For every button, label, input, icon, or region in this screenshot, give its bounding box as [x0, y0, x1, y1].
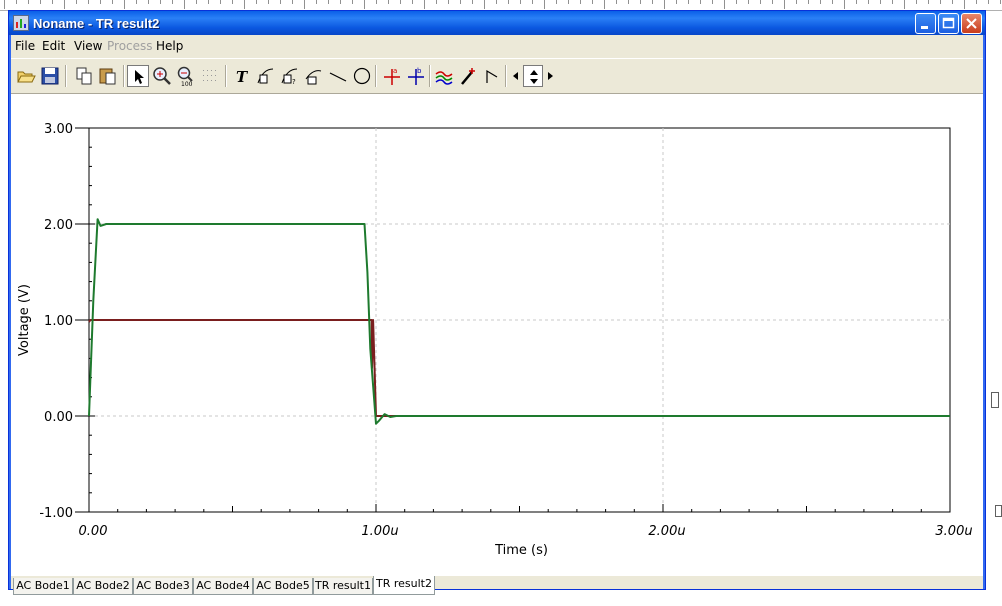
scroll-updown-button[interactable] — [523, 65, 543, 87]
maximize-icon — [942, 17, 955, 29]
cursor-a-button[interactable]: a — [381, 65, 403, 87]
analysis-window: Noname - TR result2 File Edit View Proce… — [8, 10, 986, 595]
scroll-left-icon — [513, 72, 518, 80]
y-tick-label: 0.00 — [44, 410, 73, 425]
tab-tr-result2[interactable]: TR result2 — [373, 576, 435, 595]
scroll-right-icon — [548, 72, 553, 80]
paste-icon — [99, 68, 116, 85]
save-button[interactable] — [39, 65, 61, 87]
title-bar[interactable]: Noname - TR result2 — [9, 11, 985, 35]
tab-tr-result1[interactable]: TR result1 — [313, 578, 373, 595]
tab-ac-bode4[interactable]: AC Bode4 — [193, 578, 253, 595]
curves-icon — [435, 71, 453, 85]
zoom-100-button[interactable]: 100 — [175, 65, 197, 87]
pen-icon — [461, 68, 475, 85]
curve-label-3-button[interactable] — [303, 65, 325, 87]
text-button[interactable]: T — [231, 65, 253, 87]
cursor-a-icon: a — [384, 67, 400, 85]
grid-icon — [203, 70, 216, 81]
zoom-in-button[interactable] — [151, 65, 173, 87]
y-tick-label: -1.00 — [39, 506, 73, 521]
cursor-b-button[interactable]: b — [405, 65, 427, 87]
x-tick-label: 1.00u — [361, 524, 398, 539]
app-icon — [13, 15, 29, 31]
zoom-in-icon — [153, 67, 171, 85]
circle-button[interactable] — [351, 65, 373, 87]
line-icon — [329, 72, 347, 82]
text-icon: T — [236, 68, 249, 86]
circle-icon — [353, 67, 371, 85]
curve-label-3-icon — [305, 70, 322, 85]
copy-icon — [76, 67, 92, 85]
close-button[interactable] — [961, 13, 982, 34]
tab-ac-bode3[interactable]: AC Bode3 — [133, 578, 193, 595]
background-marker — [995, 505, 1002, 517]
svg-text:100: 100 — [181, 81, 193, 87]
curve-label-button[interactable] — [255, 65, 277, 87]
x-tick-label: 3.00u — [935, 524, 972, 539]
svg-text:b: b — [417, 67, 422, 75]
x-tick-label: 0.00 — [79, 524, 108, 539]
marker-button[interactable] — [481, 65, 503, 87]
y-tick-label: 2.00 — [44, 218, 73, 233]
window-title: Noname - TR result2 — [33, 16, 160, 31]
y-tick-label: 3.00 — [44, 122, 73, 137]
open-icon — [17, 71, 36, 83]
svg-text:a: a — [393, 67, 397, 75]
grid-button[interactable] — [199, 65, 221, 87]
plot-area[interactable]: 3.00 2.00 1.00 0.00 -1.00 0.00 1.00u 2.00u 3.00u… — [11, 94, 983, 576]
save-icon — [41, 67, 59, 85]
menu-file[interactable]: File — [15, 39, 35, 53]
line-button[interactable] — [327, 65, 349, 87]
x-tick-label: 2.00u — [648, 524, 685, 539]
scroll-updown-icon — [530, 70, 538, 84]
maximize-button[interactable] — [938, 13, 959, 34]
tab-bar: AC Bode1 AC Bode2 AC Bode3 AC Bode4 AC B… — [11, 576, 983, 595]
paste-button[interactable] — [97, 65, 119, 87]
svg-text:?: ? — [292, 78, 296, 86]
close-icon — [966, 18, 977, 29]
menu-edit[interactable]: Edit — [42, 39, 65, 53]
curve-label-2-button[interactable]: ? — [279, 65, 301, 87]
menu-process[interactable]: Process — [107, 39, 153, 53]
scroll-left-button[interactable] — [509, 65, 523, 87]
scroll-right-button[interactable] — [543, 65, 557, 87]
background-marker — [991, 392, 999, 408]
open-button[interactable] — [15, 65, 37, 87]
copy-button[interactable] — [73, 65, 95, 87]
pen-button[interactable] — [457, 65, 479, 87]
pointer-button[interactable] — [127, 65, 149, 87]
pointer-icon — [135, 70, 144, 84]
tab-ac-bode5[interactable]: AC Bode5 — [253, 578, 313, 595]
toolbar: 100 T ? a b — [11, 58, 983, 94]
menu-help[interactable]: Help — [156, 39, 183, 53]
tab-ac-bode1[interactable]: AC Bode1 — [13, 578, 73, 595]
svg-text:T: T — [236, 68, 249, 86]
minimize-icon — [921, 26, 928, 29]
menu-bar: File Edit View Process Help — [11, 36, 983, 56]
tab-ac-bode2[interactable]: AC Bode2 — [73, 578, 133, 595]
marker-icon — [486, 69, 498, 83]
zoom-100-icon: 100 — [177, 66, 193, 87]
cursor-b-icon: b — [408, 67, 424, 85]
y-tick-label: 1.00 — [44, 314, 73, 329]
curve-label-2-icon: ? — [281, 68, 298, 86]
minimize-button[interactable] — [915, 13, 936, 34]
transient-chart[interactable]: 3.00 2.00 1.00 0.00 -1.00 0.00 1.00u 2.00u 3.00u… — [11, 94, 983, 576]
curve-label-icon — [257, 68, 274, 84]
menu-view[interactable]: View — [74, 39, 102, 53]
y-axis-label: Voltage (V) — [17, 284, 32, 356]
curves-button[interactable] — [433, 65, 455, 87]
x-axis-label: Time (s) — [494, 543, 548, 558]
